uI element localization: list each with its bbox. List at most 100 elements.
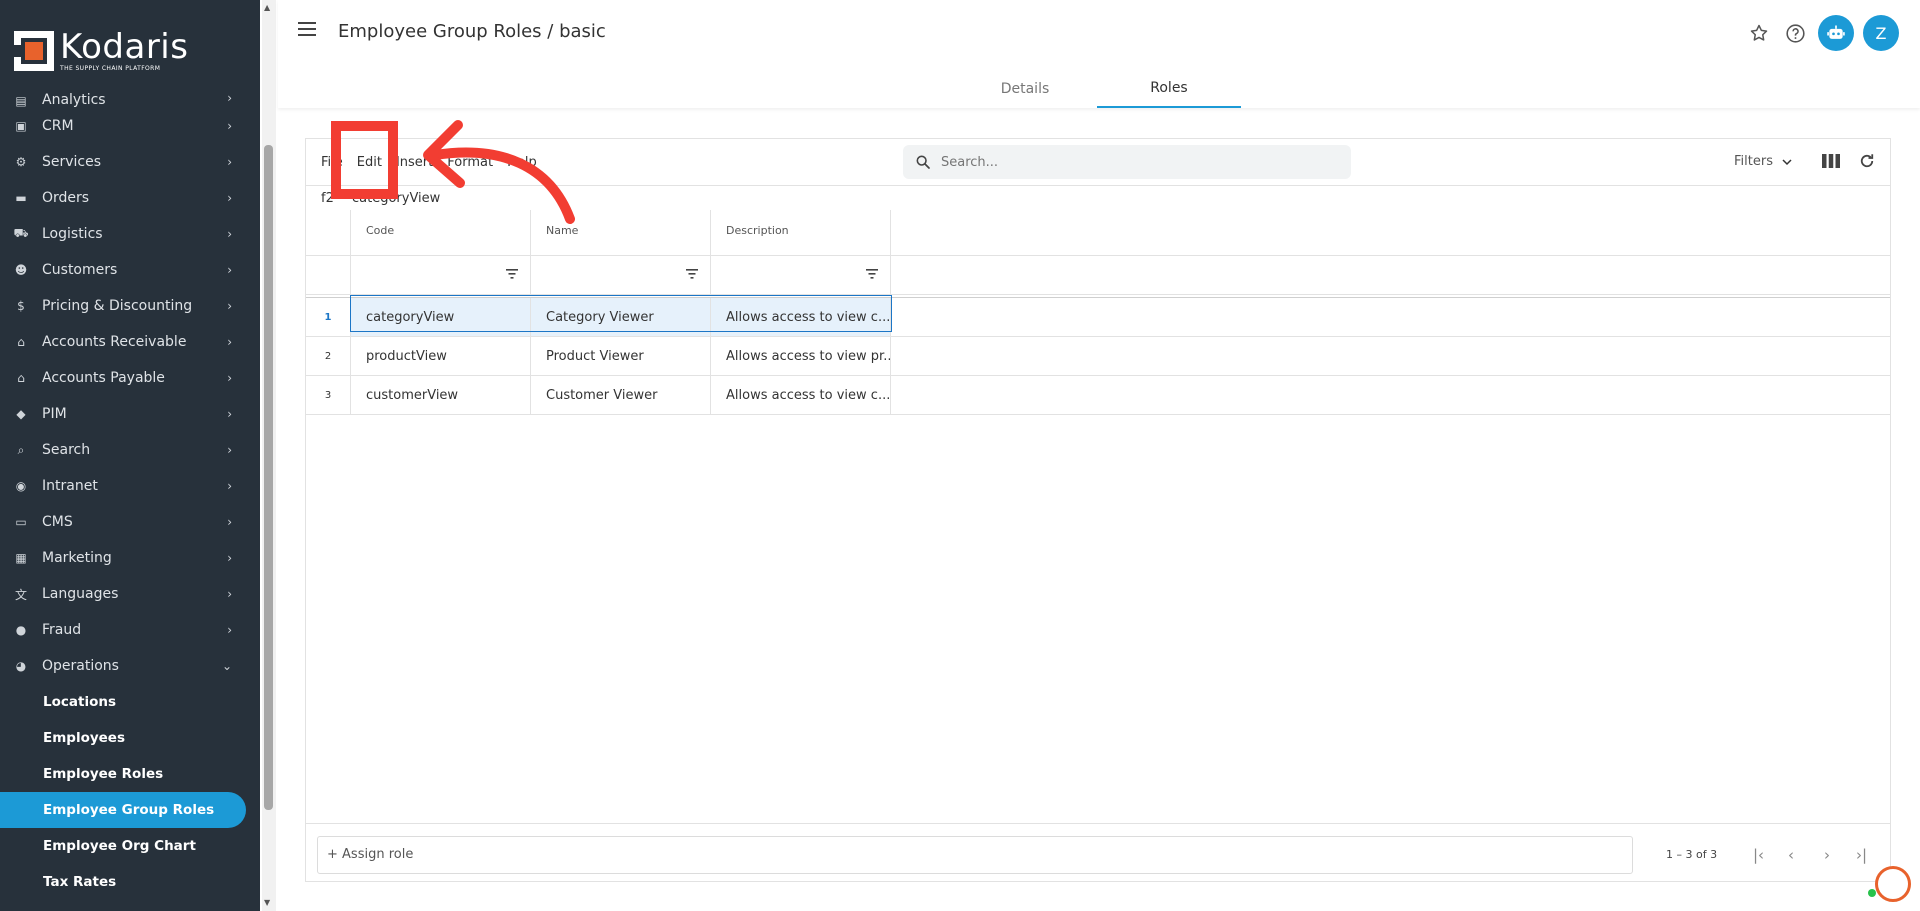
tab-roles[interactable]: Roles — [1097, 70, 1241, 108]
annotation-highlight-box — [331, 121, 398, 199]
assistant-bot-button[interactable] — [1818, 15, 1854, 51]
roles-data-grid: Code Name Description 1 categoryView Categ… — [306, 210, 1890, 415]
sidebar-item-label: Orders — [42, 190, 90, 206]
bank-icon: ⌂ — [17, 371, 25, 385]
sidebar: Kodaris THE SUPPLY CHAIN PLATFORM ▤ Analy… — [0, 0, 260, 911]
filters-label: Filters — [1734, 154, 1773, 169]
help-icon[interactable] — [1782, 20, 1808, 46]
hamburger-menu-icon[interactable] — [298, 22, 316, 40]
sidebar-item-services[interactable]: ⚙ Services › — [0, 144, 248, 180]
sidebar-item-pim[interactable]: ◆ PIM › — [0, 396, 248, 432]
grid-footer: + Assign role 1 – 3 of 3 |‹ ‹ › ›| — [306, 823, 1890, 881]
columns-icon[interactable] — [1821, 151, 1841, 171]
chevron-right-icon: › — [227, 443, 232, 457]
search-icon — [916, 155, 930, 169]
sidebar-subitem-employee-group-roles[interactable]: Employee Group Roles — [0, 792, 246, 828]
row-number-header — [306, 210, 351, 255]
chevron-right-icon: › — [227, 227, 232, 241]
dollar-icon: $ — [17, 299, 25, 313]
sidebar-item-marketing[interactable]: ▦ Marketing › — [0, 540, 248, 576]
tab-details[interactable]: Details — [953, 70, 1097, 108]
scroll-down-arrow-icon[interactable]: ▼ — [264, 898, 270, 907]
search-input[interactable] — [941, 154, 1321, 170]
sidebar-item-orders[interactable]: ▬ Orders › — [0, 180, 248, 216]
sidebar-item-accounts-payable[interactable]: ⌂ Accounts Payable › — [0, 360, 248, 396]
sidebar-subitem-employee-org-chart[interactable]: Employee Org Chart — [0, 828, 248, 864]
cell-description[interactable]: Allows access to view c... — [711, 298, 891, 336]
sidebar-item-label: Analytics — [42, 92, 106, 108]
last-page-icon[interactable]: ›| — [1856, 846, 1867, 864]
kodaris-logo-icon — [14, 31, 54, 71]
online-status-dot — [1868, 889, 1876, 897]
sidebar-item-logistics[interactable]: ⛟ Logistics › — [0, 216, 248, 252]
cell-name[interactable]: Customer Viewer — [531, 376, 711, 414]
chevron-right-icon: › — [227, 371, 232, 385]
sidebar-item-intranet[interactable]: ◉ Intranet › — [0, 468, 248, 504]
sidebar-item-label: Pricing & Discounting — [42, 298, 193, 314]
column-header-description[interactable]: Description — [711, 210, 891, 255]
refresh-icon[interactable] — [1857, 151, 1877, 171]
cell-code[interactable]: categoryView — [351, 298, 531, 336]
sidebar-scroll-thumb[interactable] — [264, 145, 273, 810]
sidebar-item-operations[interactable]: ◕ Operations ⌄ — [0, 648, 248, 684]
table-row[interactable]: 2 productView Product Viewer Allows access … — [306, 337, 1890, 376]
sidebar-item-analytics[interactable]: ▤ Analytics › — [0, 91, 248, 108]
sidebar-item-languages[interactable]: 文 Languages › — [0, 576, 248, 612]
sidebar-item-cms[interactable]: ▭ CMS › — [0, 504, 248, 540]
grid-search-box[interactable] — [903, 145, 1351, 179]
filter-icon — [686, 269, 698, 279]
cell-description[interactable]: Allows access to view pr... — [711, 337, 891, 375]
row-number: 3 — [306, 376, 351, 414]
page-title: Employee Group Roles / basic — [338, 21, 606, 42]
grid-filter-row — [306, 256, 1890, 295]
sidebar-item-label: Languages — [42, 586, 119, 602]
row-number: 1 — [306, 298, 351, 336]
sidebar-subitem-employees[interactable]: Employees — [0, 720, 248, 756]
sidebar-item-search[interactable]: ⌕ Search › — [0, 432, 248, 468]
marketing-icon: ▦ — [15, 551, 27, 565]
chevron-right-icon: › — [227, 479, 232, 493]
sidebar-item-fraud[interactable]: ● Fraud › — [0, 612, 248, 648]
sidebar-item-crm[interactable]: ▣ CRM › — [0, 108, 248, 144]
sidebar-item-label: CRM — [42, 118, 74, 134]
analytics-icon: ▤ — [15, 94, 27, 108]
robot-icon — [1827, 25, 1845, 39]
assign-role-input[interactable]: + Assign role — [317, 836, 1633, 874]
sidebar-item-label: Accounts Receivable — [42, 334, 187, 350]
sidebar-item-accounts-receivable[interactable]: ⌂ Accounts Receivable › — [0, 324, 248, 360]
filters-dropdown[interactable]: Filters — [1734, 154, 1793, 169]
table-row[interactable]: 1 categoryView Category Viewer Allows acces… — [306, 298, 1890, 337]
cell-name[interactable]: Category Viewer — [531, 298, 711, 336]
cell-code[interactable]: productView — [351, 337, 531, 375]
filter-cell-name[interactable] — [531, 256, 711, 294]
filter-row-spacer — [306, 256, 351, 294]
filter-cell-code[interactable] — [351, 256, 531, 294]
user-avatar[interactable]: Z — [1863, 15, 1899, 51]
brand-logo[interactable]: Kodaris THE SUPPLY CHAIN PLATFORM — [14, 30, 188, 72]
previous-page-icon[interactable]: ‹ — [1788, 846, 1794, 864]
chevron-right-icon: › — [227, 515, 232, 529]
table-row[interactable]: 3 customerView Customer Viewer Allows acces… — [306, 376, 1890, 415]
chevron-right-icon: › — [227, 623, 232, 637]
sidebar-subitem-locations[interactable]: Locations — [0, 684, 248, 720]
roles-grid-panel: File Edit Insert Format Help Filters f2 … — [305, 138, 1891, 882]
chat-support-icon[interactable] — [1875, 866, 1911, 902]
cell-code[interactable]: customerView — [351, 376, 531, 414]
filter-icon — [866, 269, 878, 279]
first-page-icon[interactable]: |‹ — [1753, 846, 1764, 864]
crm-icon: ▣ — [15, 119, 27, 133]
sidebar-item-label: Logistics — [42, 226, 103, 242]
chevron-right-icon: › — [227, 155, 232, 169]
cell-name[interactable]: Product Viewer — [531, 337, 711, 375]
filter-icon — [506, 269, 518, 279]
filter-cell-description[interactable] — [711, 256, 891, 294]
scroll-up-arrow-icon[interactable]: ▲ — [264, 3, 270, 12]
sidebar-subitem-tax-rates[interactable]: Tax Rates — [0, 864, 248, 900]
star-icon[interactable] — [1746, 20, 1772, 46]
sidebar-item-pricing-discounting[interactable]: $ Pricing & Discounting › — [0, 288, 248, 324]
cell-description[interactable]: Allows access to view c... — [711, 376, 891, 414]
row-number: 2 — [306, 337, 351, 375]
next-page-icon[interactable]: › — [1824, 846, 1830, 864]
sidebar-subitem-employee-roles[interactable]: Employee Roles — [0, 756, 248, 792]
sidebar-item-customers[interactable]: ☻ Customers › — [0, 252, 248, 288]
